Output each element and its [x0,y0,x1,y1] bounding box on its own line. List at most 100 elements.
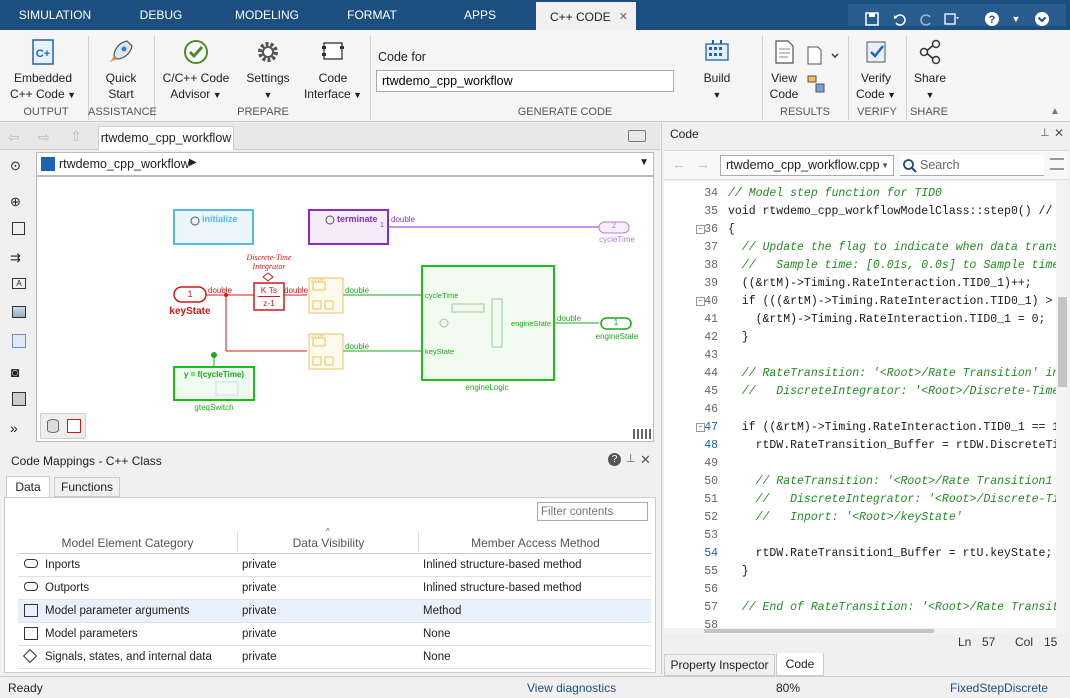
fold-toggle-icon[interactable]: − [696,423,705,432]
tab-apps[interactable]: APPS [448,0,512,30]
pin-icon[interactable]: ⊥ [1040,126,1050,139]
model-data-icon[interactable] [67,419,81,433]
code-line[interactable]: 40− if (((&rtM)->Timing.RateInteraction.… [664,293,1056,311]
code-line[interactable]: 53 [664,527,1056,545]
code-line[interactable]: 56 [664,581,1056,599]
cell-access[interactable]: None [423,623,451,645]
keyboard-icon[interactable] [628,130,646,142]
report-button[interactable] [806,46,842,66]
fold-toggle-icon[interactable]: − [696,225,705,234]
code-line[interactable]: 50 // RateTransition: '<Root>/Rate Trans… [664,473,1056,491]
cell-access[interactable]: Inlined structure-based method [423,554,582,576]
up-arrow-icon[interactable]: ⇧ [70,128,82,145]
code-line[interactable]: 57 // End of RateTransition: '<Root>/Rat… [664,599,1056,617]
cell-visibility[interactable]: private [242,577,277,599]
expand-ribbon-icon[interactable] [1034,11,1050,27]
code-line[interactable]: 34 // Model step function for TID0 [664,185,1056,203]
model-canvas[interactable]: initialize terminate 1 double 2 cycleTim… [36,176,654,442]
filter-input[interactable] [537,502,648,521]
tab-debug[interactable]: DEBUG [118,0,204,30]
help-icon[interactable]: ? [984,11,1000,27]
camera-icon[interactable]: ◙ [11,364,19,380]
undo-icon[interactable] [892,11,908,27]
scrollbar-thumb[interactable] [1058,297,1067,387]
solver-link[interactable]: FixedStepDiscrete [950,681,1048,695]
code-line[interactable]: 39 ((&rtM)->Timing.RateInteraction.TID0_… [664,275,1056,293]
code-line[interactable]: 36− { [664,221,1056,239]
code-line[interactable]: 55 } [664,563,1056,581]
code-viewer[interactable]: 34 // Model step function for TID0 35 void … [664,181,1056,629]
pin-icon[interactable]: ⊥ [626,452,636,465]
tab-code[interactable]: Code [776,653,824,676]
code-line[interactable]: 45 // DiscreteIntegrator: '<Root>/Discre… [664,383,1056,401]
tab-modeling[interactable]: MODELING [220,0,314,30]
cell-visibility[interactable]: private [242,554,277,576]
verify-code-button[interactable]: Verify Code ▼ [852,38,900,103]
horizontal-scrollbar[interactable] [664,628,1069,634]
collapse-ribbon-icon[interactable]: ▲ [1050,106,1060,117]
quick-start-button[interactable]: Quick Start [96,38,146,102]
image-icon[interactable] [12,306,26,318]
code-advisor-button[interactable]: C/C++ Code Advisor ▼ [158,38,234,103]
save-icon[interactable] [864,11,880,27]
code-line[interactable]: 52 // Inport: '<Root>/keyState' [664,509,1056,527]
code-line[interactable]: 44 // RateTransition: '<Root>/Rate Trans… [664,365,1056,383]
close-panel-icon[interactable]: ✕ [640,452,651,468]
settings-button[interactable]: Settings ▼ [240,38,296,103]
column-header-access[interactable]: Member Access Method [420,532,651,554]
code-interface-button[interactable]: Code Interface ▼ [300,38,366,103]
tab-property-inspector[interactable]: Property Inspector [664,654,775,676]
fit-view-icon[interactable] [12,222,25,235]
share-button[interactable]: Share ▼ [910,38,950,103]
tab-cpp-code[interactable]: C++ CODE ✕ [536,0,636,30]
code-line[interactable]: 37 // Update the flag to indicate when d… [664,239,1056,257]
code-line[interactable]: 38 // Sample time: [0.01s, 0.0s] to Samp… [664,257,1056,275]
zoom-icon[interactable]: ⊕ [10,194,21,210]
vertical-scrollbar[interactable] [1056,181,1069,629]
build-button[interactable]: Build ▼ [690,38,744,103]
cell-access[interactable]: Inlined structure-based method [423,577,582,599]
window-layout-icon[interactable] [944,11,960,27]
traceability-button[interactable] [806,74,826,94]
code-line[interactable]: 41 (&rtM)->Timing.RateInteraction.TID0_1… [664,311,1056,329]
table-row[interactable]: Outports private Inlined structure-based… [18,577,651,600]
view-diagnostics-link[interactable]: View diagnostics [527,681,616,695]
table-row-selected[interactable]: Model parameter arguments private Method [18,600,651,623]
cell-access[interactable]: None [423,646,451,668]
code-line[interactable]: 46 [664,401,1056,419]
back-arrow-icon[interactable]: ⇦ [8,129,20,146]
more-tools-icon[interactable]: » [10,420,18,436]
property-icon[interactable] [12,392,26,406]
breadcrumb-dropdown-icon[interactable]: ▼ [639,157,649,168]
cell-access[interactable]: Method [423,600,461,622]
column-header-category[interactable]: Model Element Category [18,532,238,554]
breadcrumb-item[interactable]: rtwdemo_cpp_workflow [59,157,190,171]
close-tab-icon[interactable]: ✕ [619,2,628,32]
code-line[interactable]: 47− if ((&rtM)->Timing.RateInteraction.T… [664,419,1056,437]
area-icon[interactable] [12,334,26,348]
code-line[interactable]: 54 rtDW.RateTransition1_Buffer = rtU.key… [664,545,1056,563]
hide-explorer-icon[interactable]: ⊙ [10,158,21,174]
help-icon[interactable]: ? [608,453,621,466]
help-dropdown-icon[interactable]: ▼ [1008,11,1024,27]
close-panel-icon[interactable]: ✕ [1054,126,1064,140]
table-row[interactable]: Signals, states, and internal data priva… [18,646,651,669]
resize-grip-icon[interactable] [633,429,653,439]
tab-data[interactable]: Data [6,476,50,498]
file-select[interactable]: rtwdemo_cpp_workflow.cpp ▼ [720,155,894,176]
arrows-icon[interactable]: ⇉ [10,250,21,266]
model-tab[interactable]: rtwdemo_cpp_workflow [98,126,234,150]
code-for-input[interactable] [376,70,674,92]
cell-visibility[interactable]: private [242,646,277,668]
view-code-button[interactable]: View Code [766,38,802,102]
cell-visibility[interactable]: private [242,600,277,622]
database-icon[interactable] [47,419,59,433]
code-line[interactable]: 49 [664,455,1056,473]
menu-icon[interactable] [1050,158,1064,170]
search-field[interactable]: Search [900,155,1044,176]
forward-arrow-icon[interactable]: ⇨ [38,129,50,146]
annotation-icon[interactable]: A [12,278,26,289]
code-line[interactable]: 48 rtDW.RateTransition_Buffer = rtDW.Dis… [664,437,1056,455]
cell-visibility[interactable]: private [242,623,277,645]
tab-functions[interactable]: Functions [54,477,120,497]
